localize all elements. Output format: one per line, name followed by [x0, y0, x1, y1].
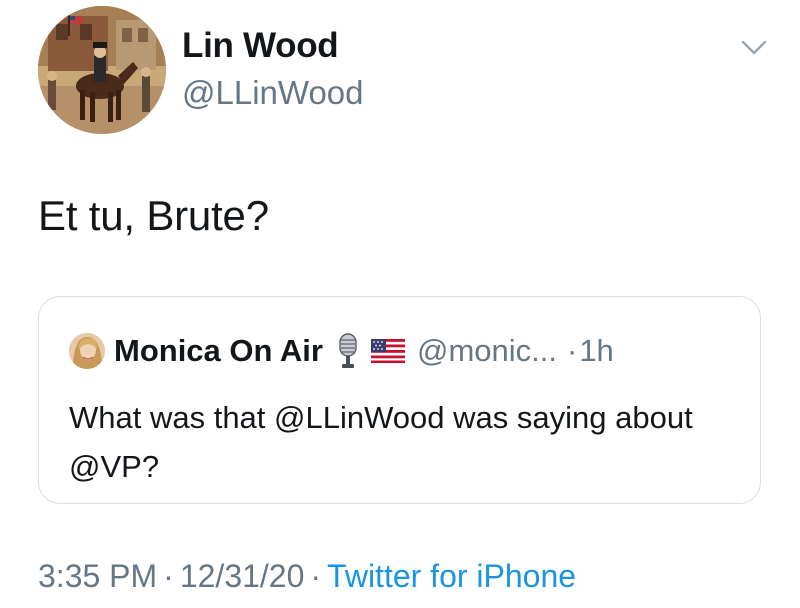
quoted-tweet-dot: ·	[566, 333, 578, 368]
quoted-author-avatar[interactable]	[69, 333, 105, 369]
author-handle[interactable]: @LLinWood	[182, 74, 364, 112]
quoted-tweet-header: Monica On Air @monic... · 1h	[69, 331, 614, 371]
tweet-source-link[interactable]: Twitter for iPhone	[327, 558, 576, 594]
meta-separator: ·	[310, 558, 322, 594]
painting-avatar-icon	[38, 6, 166, 134]
tweet-meta: 3:35 PM · 12/31/20 · Twitter for iPhone	[38, 558, 576, 595]
quoted-tweet-time[interactable]: 1h	[579, 333, 613, 369]
quoted-author-display-name[interactable]: Monica On Air	[114, 333, 323, 369]
quoted-tweet-card[interactable]: Monica On Air @monic... · 1h What was th…	[38, 296, 761, 504]
meta-separator: ·	[163, 558, 174, 594]
quoted-author-handle[interactable]: @monic...	[417, 333, 557, 369]
tweet-container: Lin Wood @LLinWood Et tu, Brute? Monica …	[0, 0, 800, 608]
chevron-down-icon[interactable]	[740, 38, 768, 58]
tweet-time[interactable]: 3:35 PM	[38, 558, 157, 594]
tweet-date[interactable]: 12/31/20	[180, 558, 305, 594]
us-flag-icon	[370, 339, 405, 363]
quoted-tweet-text: What was that @LLinWood was saying about…	[69, 400, 693, 484]
microphone-icon	[337, 333, 359, 369]
profile-photo-avatar-icon	[69, 333, 105, 369]
tweet-text: Et tu, Brute?	[38, 192, 269, 239]
author-display-name[interactable]: Lin Wood	[182, 26, 339, 66]
author-avatar[interactable]	[38, 6, 166, 134]
